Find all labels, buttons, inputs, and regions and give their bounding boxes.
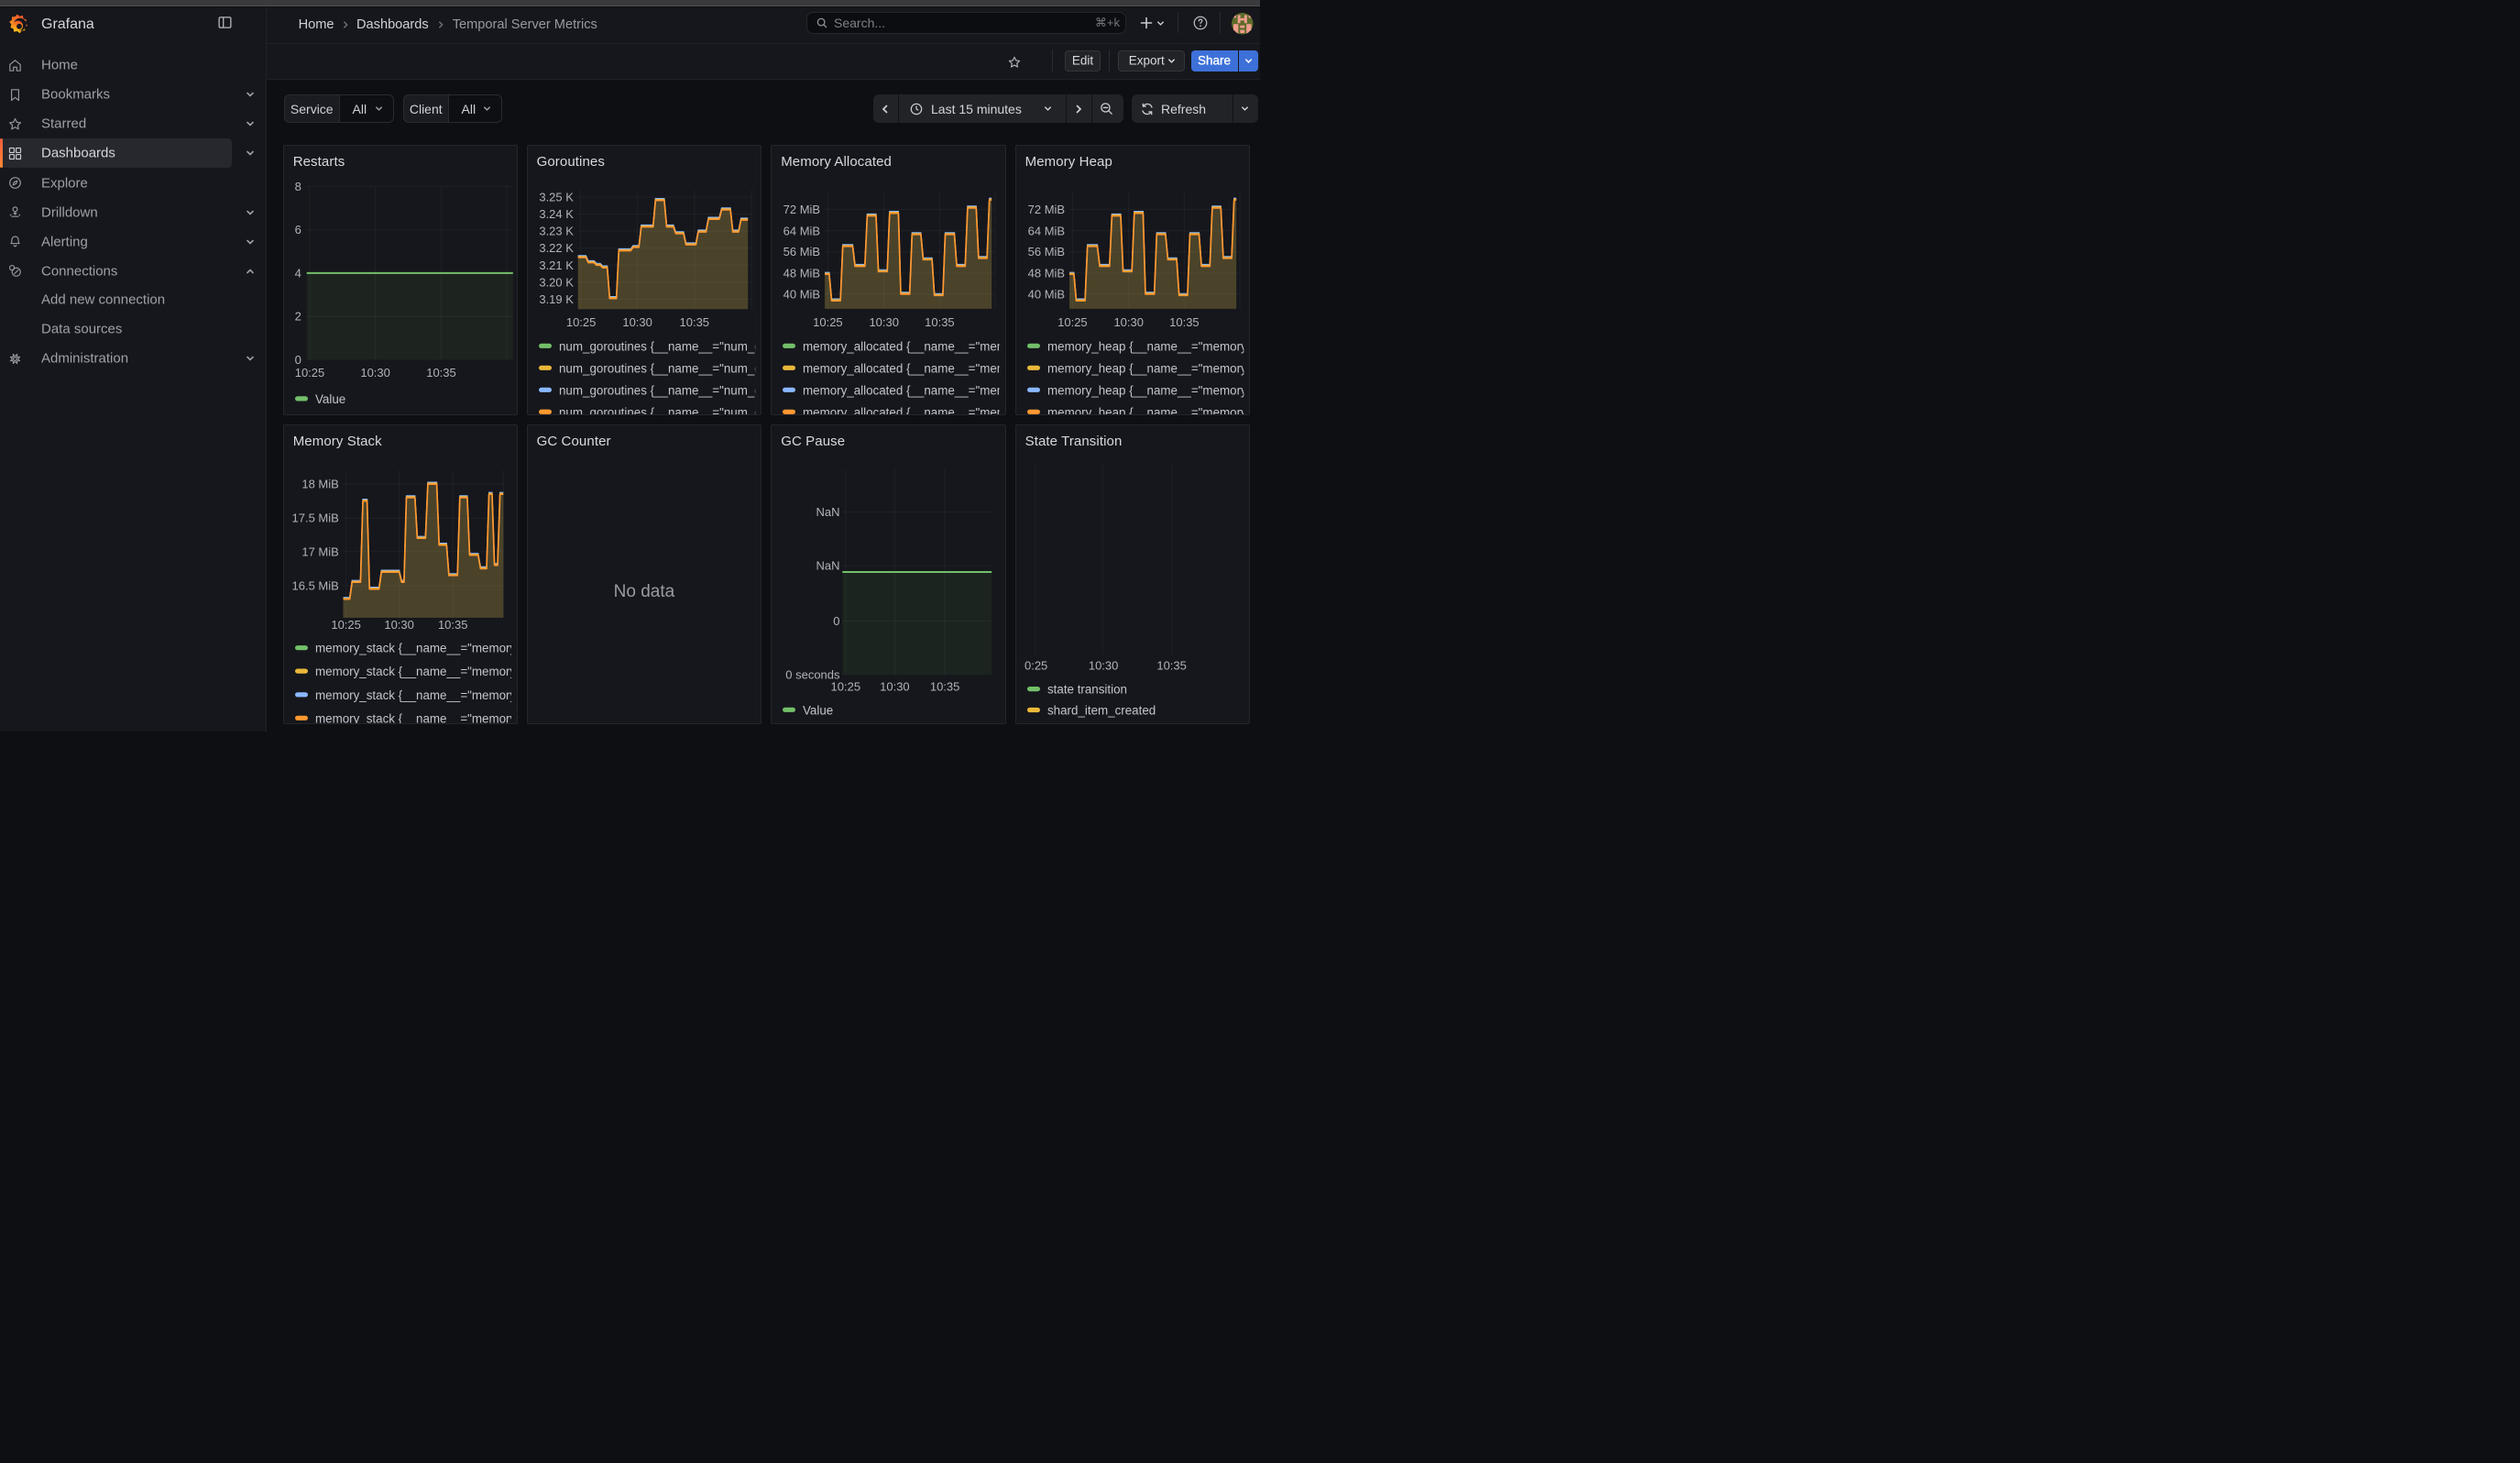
svg-text:memory_stack {__name__="memory: memory_stack {__name__="memory_s bbox=[315, 711, 518, 724]
svg-text:17 MiB: 17 MiB bbox=[301, 544, 338, 558]
svg-text:2: 2 bbox=[294, 310, 301, 324]
svg-text:0: 0 bbox=[833, 614, 839, 628]
svg-text:memory_allocated {__name__="me: memory_allocated {__name__="memo bbox=[803, 362, 1006, 376]
svg-text:memory_heap {__name__="memory_: memory_heap {__name__="memory_h bbox=[1047, 384, 1251, 398]
svg-text:56 MiB: 56 MiB bbox=[783, 245, 820, 258]
svg-text:10:35: 10:35 bbox=[925, 315, 955, 329]
svg-text:memory_allocated {__name__="me: memory_allocated {__name__="memo bbox=[803, 384, 1006, 398]
svg-text:10:30: 10:30 bbox=[880, 679, 910, 693]
svg-text:memory_allocated {__name__="me: memory_allocated {__name__="memo bbox=[803, 406, 1006, 415]
svg-text:10:35: 10:35 bbox=[930, 679, 960, 693]
svg-text:num_goroutines {__name__="num_: num_goroutines {__name__="num_go bbox=[559, 340, 762, 354]
svg-text:3.19 K: 3.19 K bbox=[539, 292, 574, 306]
svg-text:0:25: 0:25 bbox=[1024, 658, 1047, 672]
svg-text:Value: Value bbox=[803, 703, 833, 717]
svg-text:memory_heap {__name__="memory_: memory_heap {__name__="memory_h bbox=[1047, 362, 1251, 376]
svg-text:40 MiB: 40 MiB bbox=[1027, 288, 1064, 302]
svg-text:memory_stack {__name__="memory: memory_stack {__name__="memory_s bbox=[315, 688, 518, 701]
svg-text:72 MiB: 72 MiB bbox=[1027, 203, 1064, 216]
svg-text:memory_stack {__name__="memory: memory_stack {__name__="memory_s bbox=[315, 641, 518, 654]
svg-text:10:25: 10:25 bbox=[331, 617, 361, 631]
svg-text:10:30: 10:30 bbox=[384, 617, 414, 631]
svg-text:Value: Value bbox=[315, 392, 345, 406]
svg-text:shard_item_created: shard_item_created bbox=[1047, 703, 1156, 717]
svg-text:10:30: 10:30 bbox=[870, 315, 900, 329]
svg-text:10:30: 10:30 bbox=[622, 315, 652, 329]
svg-text:3.24 K: 3.24 K bbox=[539, 207, 574, 221]
svg-text:memory_heap {__name__="memory_: memory_heap {__name__="memory_h bbox=[1047, 406, 1251, 415]
svg-text:0: 0 bbox=[294, 353, 301, 367]
svg-text:10:35: 10:35 bbox=[679, 315, 709, 329]
svg-text:3.20 K: 3.20 K bbox=[539, 276, 574, 290]
svg-text:10:25: 10:25 bbox=[1057, 315, 1088, 329]
svg-text:10:25: 10:25 bbox=[565, 315, 596, 329]
svg-text:num_goroutines {__name__="num_: num_goroutines {__name__="num_go bbox=[559, 406, 762, 415]
svg-text:56 MiB: 56 MiB bbox=[1027, 245, 1064, 258]
svg-text:num_goroutines {__name__="num_: num_goroutines {__name__="num_go bbox=[559, 384, 762, 398]
svg-text:3.22 K: 3.22 K bbox=[539, 241, 574, 255]
svg-text:48 MiB: 48 MiB bbox=[1027, 267, 1064, 280]
svg-text:16.5 MiB: 16.5 MiB bbox=[291, 578, 338, 592]
svg-text:10:35: 10:35 bbox=[426, 366, 456, 380]
svg-text:NaN: NaN bbox=[816, 504, 840, 518]
svg-text:10:30: 10:30 bbox=[360, 366, 390, 380]
svg-text:num_goroutines {__name__="num_: num_goroutines {__name__="num_go bbox=[559, 362, 762, 376]
svg-text:10:25: 10:25 bbox=[294, 366, 324, 380]
svg-text:memory_stack {__name__="memory: memory_stack {__name__="memory_s bbox=[315, 665, 518, 678]
svg-text:40 MiB: 40 MiB bbox=[783, 288, 820, 302]
svg-text:3.25 K: 3.25 K bbox=[539, 191, 574, 204]
svg-text:10:35: 10:35 bbox=[1156, 658, 1187, 672]
svg-text:memory_allocated {__name__="me: memory_allocated {__name__="memo bbox=[803, 340, 1006, 354]
svg-text:18 MiB: 18 MiB bbox=[301, 477, 338, 490]
svg-text:64 MiB: 64 MiB bbox=[1027, 225, 1064, 238]
svg-text:state transition: state transition bbox=[1047, 682, 1127, 696]
svg-text:10:35: 10:35 bbox=[438, 617, 468, 631]
svg-text:8: 8 bbox=[294, 180, 301, 193]
svg-text:6: 6 bbox=[294, 223, 301, 236]
svg-text:72 MiB: 72 MiB bbox=[783, 203, 820, 216]
svg-text:10:25: 10:25 bbox=[813, 315, 843, 329]
svg-text:10:30: 10:30 bbox=[1088, 658, 1118, 672]
svg-text:memory_heap {__name__="memory_: memory_heap {__name__="memory_h bbox=[1047, 340, 1251, 354]
svg-text:10:30: 10:30 bbox=[1113, 315, 1144, 329]
svg-text:4: 4 bbox=[294, 267, 301, 280]
svg-text:64 MiB: 64 MiB bbox=[783, 225, 820, 238]
svg-text:10:25: 10:25 bbox=[831, 679, 861, 693]
svg-text:17.5 MiB: 17.5 MiB bbox=[291, 511, 338, 524]
svg-text:NaN: NaN bbox=[816, 558, 840, 572]
svg-text:3.21 K: 3.21 K bbox=[539, 258, 574, 272]
svg-text:48 MiB: 48 MiB bbox=[783, 267, 820, 280]
svg-text:3.23 K: 3.23 K bbox=[539, 225, 574, 238]
svg-text:10:35: 10:35 bbox=[1169, 315, 1200, 329]
